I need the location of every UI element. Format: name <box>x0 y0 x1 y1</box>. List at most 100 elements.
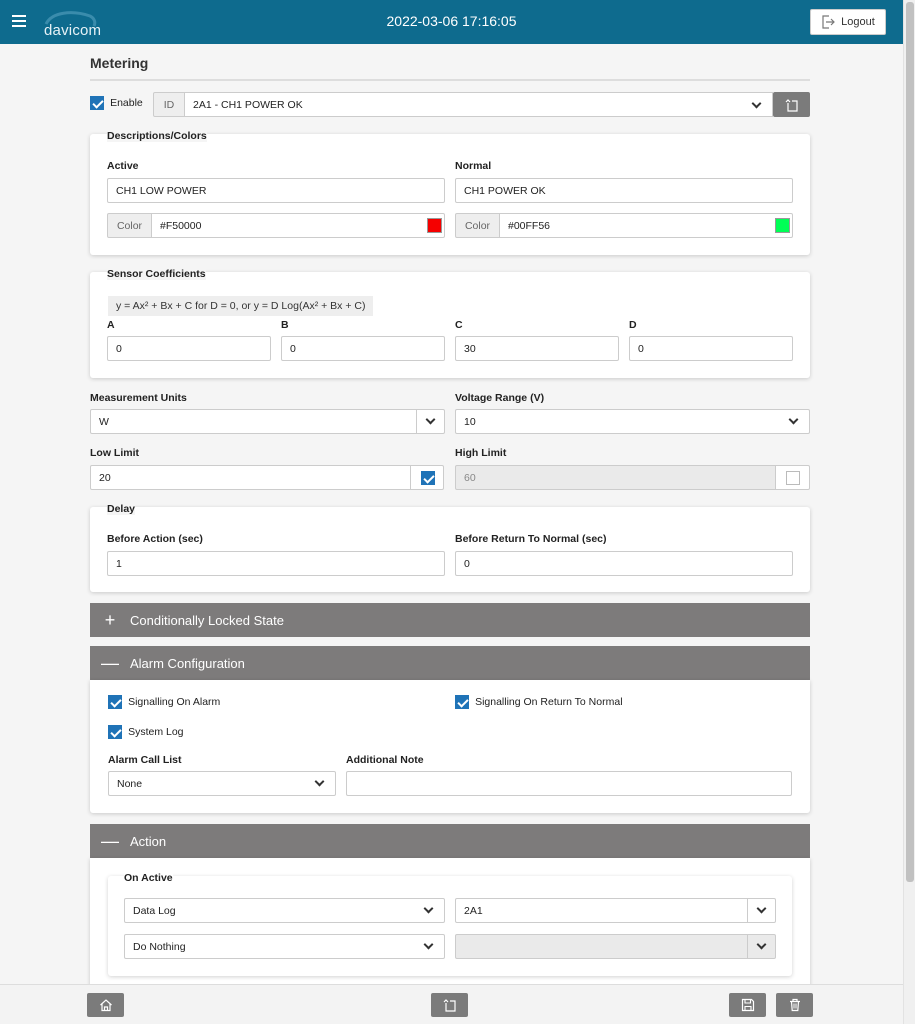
before-return-input[interactable]: 0 <box>455 551 793 576</box>
logout-icon <box>822 15 836 29</box>
additional-note-input[interactable] <box>346 771 792 796</box>
low-limit-toggle-addon <box>410 465 444 490</box>
before-action-label: Before Action (sec) <box>107 533 203 545</box>
action-row1-select[interactable]: Data Log <box>124 898 445 923</box>
high-limit-label: High Limit <box>455 447 507 459</box>
normal-color-prefix: Color <box>455 213 500 238</box>
action-row1-target-dropdown[interactable] <box>747 898 776 923</box>
before-action-input[interactable]: 1 <box>107 551 445 576</box>
high-limit-value: 60 <box>464 471 476 484</box>
sensor-formula: y = Ax² + Bx + C for D = 0, or y = D Log… <box>108 296 374 316</box>
locked-state-section-header[interactable]: + Conditionally Locked State <box>90 603 810 637</box>
back-up-button[interactable] <box>773 92 810 117</box>
action-row2-target-dropdown[interactable] <box>747 934 776 959</box>
active-color-input[interactable]: #F50000 <box>151 213 445 238</box>
alarm-call-list-value: None <box>117 777 143 790</box>
coef-c-input[interactable]: 30 <box>455 336 619 361</box>
high-limit-input[interactable]: 60 <box>455 465 776 490</box>
action-row1-value: Data Log <box>133 904 176 917</box>
system-log-group[interactable]: System Log <box>108 725 184 739</box>
signalling-on-return-group[interactable]: Signalling On Return To Normal <box>455 695 623 709</box>
coef-b-input[interactable]: 0 <box>281 336 445 361</box>
active-description-input[interactable]: CH1 LOW POWER <box>107 178 445 203</box>
alarm-config-label: Alarm Configuration <box>130 655 245 671</box>
active-color-value: #F50000 <box>160 219 202 232</box>
chevron-down-icon <box>423 903 434 914</box>
action-row1-target-select[interactable]: 2A1 <box>455 898 748 923</box>
alarm-call-list-label: Alarm Call List <box>108 754 182 766</box>
scrollbar-thumb[interactable] <box>906 2 914 882</box>
id-select[interactable]: 2A1 - CH1 POWER OK <box>184 92 773 117</box>
action-row2-value: Do Nothing <box>133 940 186 953</box>
action-row2-target-select[interactable] <box>455 934 748 959</box>
current-datetime: 2022-03-06 17:16:05 <box>386 13 517 29</box>
enable-checkbox-group[interactable]: Enable <box>90 96 143 110</box>
expand-plus-icon: + <box>104 610 116 630</box>
coef-d-input[interactable]: 0 <box>629 336 793 361</box>
delay-title: Delay <box>107 503 136 515</box>
measurement-units-value: W <box>99 415 109 428</box>
chevron-down-icon <box>756 903 767 914</box>
logout-button[interactable]: Logout <box>810 9 886 35</box>
measurement-units-label: Measurement Units <box>90 392 187 404</box>
save-icon <box>741 998 754 1012</box>
enable-checkbox[interactable] <box>90 96 104 110</box>
action-section-header[interactable]: — Action <box>90 824 810 858</box>
normal-color-input[interactable]: #00FF56 <box>499 213 793 238</box>
id-select-value: 2A1 - CH1 POWER OK <box>193 98 303 111</box>
bottom-toolbar <box>0 984 903 1024</box>
normal-label: Normal <box>455 160 492 172</box>
sensor-coefficients-card: Sensor Coefficients <box>90 268 810 378</box>
action-row2-select[interactable]: Do Nothing <box>124 934 445 959</box>
coef-a-value: 0 <box>116 342 122 355</box>
before-action-value: 1 <box>116 557 122 570</box>
alarm-call-list-select[interactable]: None <box>108 771 336 796</box>
home-button[interactable] <box>87 993 124 1017</box>
active-label: Active <box>107 160 139 172</box>
normal-description-value: CH1 POWER OK <box>464 184 546 197</box>
return-button[interactable] <box>431 993 468 1017</box>
normal-description-input[interactable]: CH1 POWER OK <box>455 178 793 203</box>
collapse-minus-icon: — <box>101 831 119 851</box>
descriptions-title: Descriptions/Colors <box>107 130 207 142</box>
chevron-down-icon <box>751 98 762 109</box>
delete-button[interactable] <box>776 993 813 1017</box>
alarm-config-section-header[interactable]: — Alarm Configuration <box>90 646 810 680</box>
low-limit-input[interactable]: 20 <box>90 465 411 490</box>
coef-a-input[interactable]: 0 <box>107 336 271 361</box>
signalling-on-alarm-checkbox[interactable] <box>108 695 122 709</box>
active-description-value: CH1 LOW POWER <box>116 184 207 197</box>
active-color-prefix: Color <box>107 213 152 238</box>
voltage-range-value: 10 <box>464 415 476 428</box>
system-log-checkbox[interactable] <box>108 725 122 739</box>
signalling-on-return-checkbox[interactable] <box>455 695 469 709</box>
action-row1-target-value: 2A1 <box>464 904 483 917</box>
coef-c-value: 30 <box>464 342 476 355</box>
voltage-range-select[interactable]: 10 <box>455 409 810 434</box>
low-limit-checkbox[interactable] <box>421 471 435 485</box>
high-limit-checkbox[interactable] <box>786 471 800 485</box>
system-log-label: System Log <box>128 726 184 738</box>
page-title: Metering <box>90 55 149 71</box>
on-active-card: On Active <box>108 872 792 976</box>
voltage-range-label: Voltage Range (V) <box>455 392 545 404</box>
active-color-swatch[interactable] <box>427 218 442 233</box>
id-prefix: ID <box>153 92 185 117</box>
chevron-down-icon <box>423 939 434 950</box>
coef-c-label: C <box>455 319 463 331</box>
return-up-icon <box>443 999 456 1012</box>
signalling-on-alarm-label: Signalling On Alarm <box>128 696 221 708</box>
before-return-value: 0 <box>464 557 470 570</box>
measurement-units-dropdown[interactable] <box>416 409 445 434</box>
coef-b-label: B <box>281 319 289 331</box>
signalling-on-alarm-group[interactable]: Signalling On Alarm <box>108 695 220 709</box>
top-bar: davicom 2022-03-06 17:16:05 Logout <box>0 0 903 44</box>
delay-card: Delay <box>90 503 810 592</box>
low-limit-label: Low Limit <box>90 447 139 459</box>
measurement-units-select[interactable]: W <box>90 409 417 434</box>
save-button[interactable] <box>729 993 766 1017</box>
chevron-down-icon <box>756 939 767 950</box>
normal-color-swatch[interactable] <box>775 218 790 233</box>
locked-state-label: Conditionally Locked State <box>130 612 284 628</box>
page-scrollbar[interactable] <box>903 0 915 1024</box>
